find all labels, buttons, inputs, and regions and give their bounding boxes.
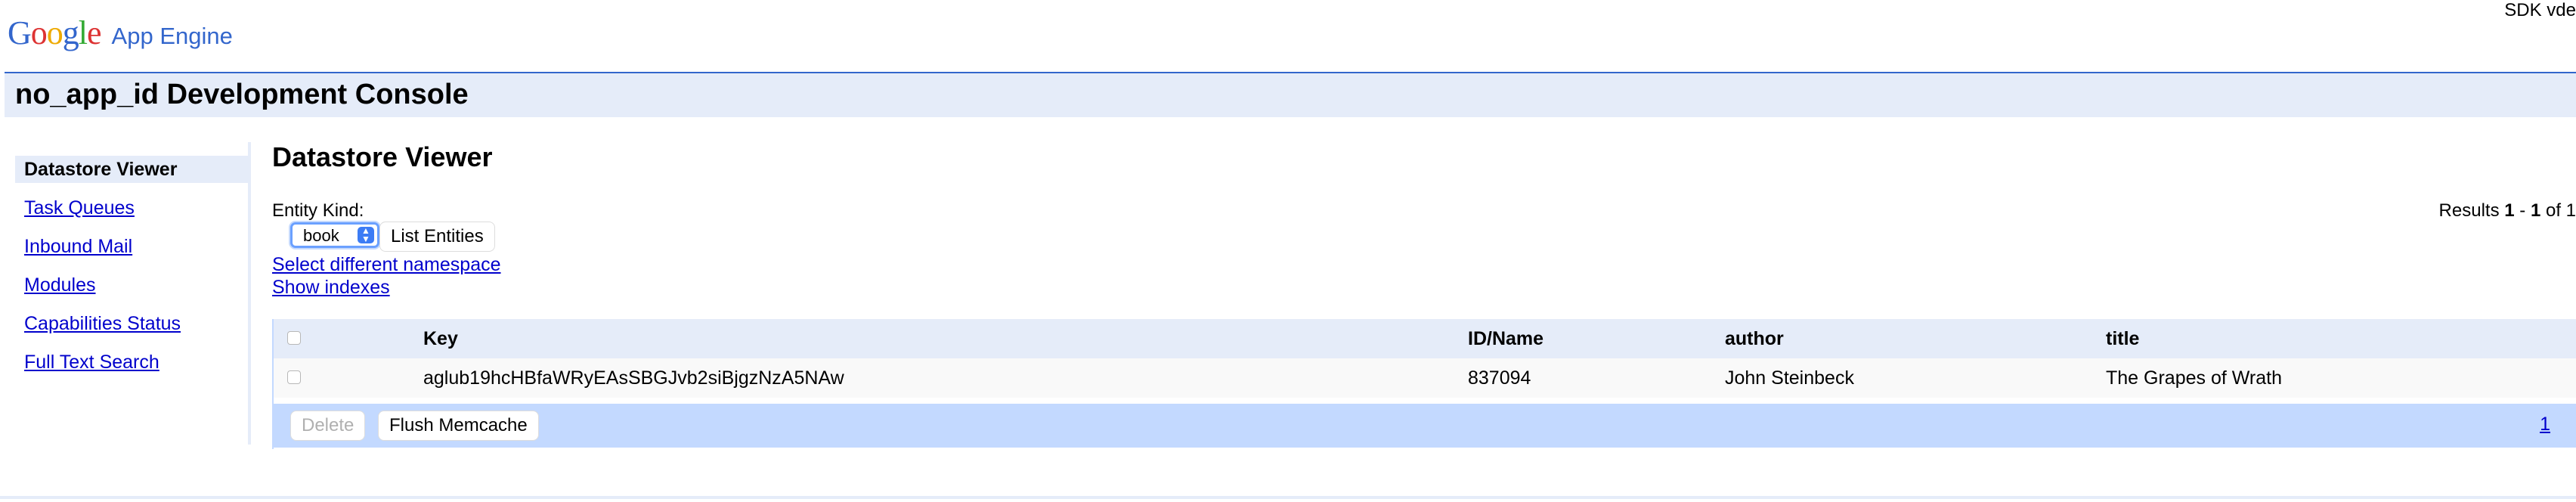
row-checkbox[interactable] (287, 370, 301, 384)
main-content: Datastore Viewer Entity Kind: book ▲ ▼ Li… (272, 136, 2576, 454)
show-indexes-link[interactable]: Show indexes (272, 276, 390, 299)
select-arrows-icon: ▲ ▼ (358, 226, 374, 243)
delete-button[interactable]: Delete (290, 411, 366, 441)
app-engine-logo-text: App Engine (111, 23, 233, 49)
cell-author: John Steinbeck (1725, 367, 1854, 389)
results-end: 1 (2530, 200, 2541, 221)
results-summary: Results 1 - 1 of 1 (2439, 200, 2576, 222)
app-title: no_app_id Development Console (15, 79, 469, 110)
title-bar: no_app_id Development Console (5, 73, 2576, 117)
select-all-checkbox[interactable] (287, 331, 301, 345)
sidebar-item-task-queues[interactable]: Task Queues (15, 194, 249, 222)
sdk-version: SDK vde (2504, 0, 2576, 20)
sidebar-item-datastore-viewer[interactable]: Datastore Viewer (15, 156, 249, 183)
sidebar-item-inbound-mail[interactable]: Inbound Mail (15, 233, 249, 260)
footer-divider (0, 496, 2576, 499)
logo-letter: l (78, 14, 88, 51)
logo-letter: o (30, 14, 48, 51)
select-namespace-link[interactable]: Select different namespace (272, 253, 501, 276)
table-footer: Delete Flush Memcache 1 (274, 404, 2576, 448)
flush-memcache-button[interactable]: Flush Memcache (378, 411, 539, 441)
results-start: 1 (2504, 200, 2515, 221)
table-header-row: Key ID/Name author title (274, 319, 2576, 358)
results-sep: - (2514, 200, 2531, 221)
google-app-engine-logo[interactable]: Google App Engine (8, 14, 233, 53)
cell-id-name: 837094 (1468, 367, 1531, 389)
google-logo-text: Google (8, 14, 102, 52)
logo-letter: g (62, 14, 79, 51)
entities-table: Key ID/Name author title aglub19hcHBfaWR… (272, 319, 2576, 449)
column-header-id-name[interactable]: ID/Name (1468, 319, 1543, 358)
top-header: Google App Engine SDK vde (0, 0, 2576, 70)
column-header-author[interactable]: author (1725, 319, 1784, 358)
entity-kind-label: Entity Kind: (272, 200, 364, 221)
entity-kind-select[interactable]: book ▲ ▼ (290, 222, 379, 248)
sidebar-divider (248, 142, 251, 445)
column-header-key[interactable]: Key (423, 319, 458, 358)
results-suffix: of 1 (2540, 200, 2576, 221)
page-title: Datastore Viewer (272, 141, 493, 172)
table-row[interactable]: aglub19hcHBfaWRyEAsSBGJvb2siBjgzNzA5NAw … (274, 358, 2576, 398)
logo-letter: o (46, 14, 63, 51)
pagination-page-1[interactable]: 1 (2540, 413, 2550, 435)
cell-key[interactable]: aglub19hcHBfaWRyEAsSBGJvb2siBjgzNzA5NAw (423, 358, 844, 398)
logo-letter: e (87, 14, 102, 51)
list-entities-button[interactable]: List Entities (379, 222, 495, 252)
sidebar-item-modules[interactable]: Modules (15, 271, 249, 299)
sidebar-item-capabilities-status[interactable]: Capabilities Status (15, 310, 249, 337)
cell-title: The Grapes of Wrath (2106, 367, 2282, 389)
results-prefix: Results (2438, 200, 2505, 221)
sidebar-item-full-text-search[interactable]: Full Text Search (15, 349, 249, 376)
entity-kind-value: book (303, 226, 339, 245)
sidebar-nav: Datastore Viewer Task Queues Inbound Mai… (15, 156, 249, 387)
column-header-title[interactable]: title (2106, 319, 2139, 358)
logo-letter: G (8, 14, 32, 51)
